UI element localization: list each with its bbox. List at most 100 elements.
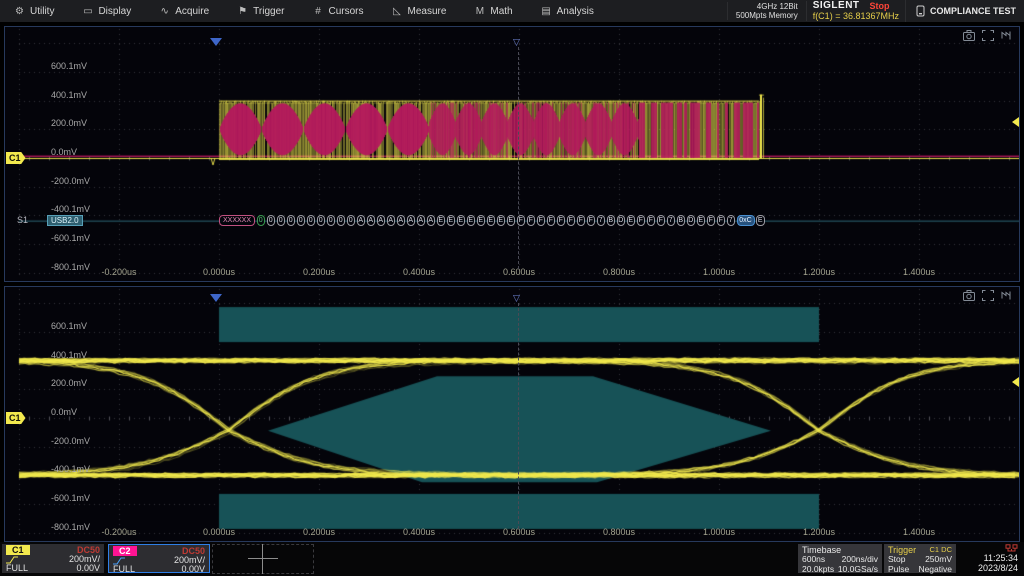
bandwidth-label: 4GHz 12Bit	[736, 2, 798, 11]
popout-icon[interactable]	[1001, 30, 1013, 41]
decode-token: A	[417, 215, 426, 226]
timebase-box[interactable]: Timebase 600ns200ns/div 20.0kpts10.0GSa/…	[798, 544, 882, 573]
channel-box-c1[interactable]: C1DC50 200mV/ FULL0.00V	[2, 544, 104, 573]
decode-token: 0	[257, 215, 266, 226]
menu-item-math[interactable]: MMath	[460, 0, 526, 22]
measure-icon: ◺	[391, 6, 402, 17]
eye-canvas[interactable]	[5, 287, 1019, 541]
decode-token: A	[427, 215, 436, 226]
system-info-cluster: 4GHz 12Bit 500Mpts Memory SIGLENT Stop f…	[727, 0, 1024, 22]
decode-token: E	[487, 215, 496, 226]
decode-token: F	[527, 215, 536, 226]
decode-token: 7	[727, 215, 736, 226]
menu-item-analysis[interactable]: ▤Analysis	[527, 0, 608, 22]
menu-item-label: Trigger	[253, 6, 284, 17]
menu-item-trigger[interactable]: ⚑Trigger	[223, 0, 298, 22]
add-channel-button[interactable]	[212, 544, 314, 574]
decode-token: A	[407, 215, 416, 226]
decode-token: F	[717, 215, 726, 226]
menu-bar: ⚙Utility ▭Display ∿ Acquire ⚑Trigger #Cur…	[0, 0, 1024, 23]
fullscreen-icon[interactable]	[982, 30, 994, 41]
decode-token: A	[387, 215, 396, 226]
horizontal-reference-marker[interactable]: ▽	[513, 38, 520, 47]
decode-token: A	[357, 215, 366, 226]
decode-token: 0	[277, 215, 286, 226]
offset-value: 0.00V	[76, 564, 100, 573]
decode-token: F	[707, 215, 716, 226]
trigger-slope: Negative	[918, 565, 952, 575]
trigger-level-marker[interactable]	[1012, 377, 1019, 387]
brand-logo: SIGLENT	[813, 1, 860, 11]
menu-item-label: Measure	[407, 6, 446, 17]
decode-token: F	[547, 215, 556, 226]
decode-token: E	[467, 215, 476, 226]
decode-token: 0	[327, 215, 336, 226]
analysis-icon: ▤	[541, 6, 552, 17]
decode-token: F	[647, 215, 656, 226]
decode-bus-label: S1	[17, 215, 28, 225]
decode-token: D	[617, 215, 626, 226]
decode-token: E	[457, 215, 466, 226]
trigger-level-marker[interactable]	[1012, 117, 1019, 127]
memory-label: 500Mpts Memory	[736, 11, 798, 20]
decode-token: 0	[337, 215, 346, 226]
fullscreen-icon[interactable]	[982, 290, 994, 301]
cursors-icon: #	[312, 6, 323, 17]
menu-item-cursors[interactable]: #Cursors	[298, 0, 377, 22]
decode-token: F	[567, 215, 576, 226]
decode-token: E	[477, 215, 486, 226]
camera-icon[interactable]	[963, 30, 975, 41]
clock-date: 2023/8/24	[958, 563, 1018, 573]
compliance-test-label: COMPLIANCE TEST	[930, 6, 1016, 16]
decode-token: E	[437, 215, 446, 226]
waveform-canvas[interactable]	[5, 27, 1019, 281]
clock-time: 11:25:34	[958, 553, 1018, 563]
camera-icon[interactable]	[963, 290, 975, 301]
offset-value: 0.00V	[181, 565, 205, 574]
decode-token: 0	[297, 215, 306, 226]
lan-icon[interactable]	[1005, 544, 1018, 553]
center-reference-line	[518, 47, 519, 269]
decode-token: A	[367, 215, 376, 226]
graticule-toolbar	[963, 30, 1013, 41]
acquisition-memory-info: 4GHz 12Bit 500Mpts Memory	[727, 2, 806, 20]
acquisition-status: Stop	[870, 1, 890, 11]
decode-token: 0	[287, 215, 296, 226]
decode-token: 0	[347, 215, 356, 226]
compliance-test-button[interactable]: COMPLIANCE TEST	[905, 0, 1024, 22]
trigger-box[interactable]: TriggerC1 DC Stop250mV PulseNegative	[884, 544, 956, 573]
decode-token: E	[447, 215, 456, 226]
acquisition-graticule[interactable]: 600.1mV400.1mV200.0mV0.0mV-200.0mV-400.1…	[4, 26, 1020, 282]
acquire-icon: ∿	[159, 6, 170, 17]
menu-item-label: Display	[98, 6, 131, 17]
menu-item-label: Math	[490, 6, 512, 17]
timebase-rate: 10.0GSa/s	[838, 565, 878, 575]
decode-token: B	[677, 215, 686, 226]
trigger-type: Pulse	[888, 565, 909, 575]
frequency-measurement: f(C1) = 36.81367MHz	[813, 11, 899, 21]
decode-token: B	[607, 215, 616, 226]
menu-item-acquire[interactable]: ∿ Acquire	[145, 0, 223, 22]
decode-token: F	[587, 215, 596, 226]
menu-item-label: Acquire	[175, 6, 209, 17]
decode-token: E	[756, 215, 765, 226]
menu-item-measure[interactable]: ◺ Measure	[377, 0, 460, 22]
decode-token: F	[657, 215, 666, 226]
compliance-test-icon	[916, 5, 925, 17]
decode-bus-badge[interactable]: USB2.0	[47, 215, 83, 226]
bandwidth-value: FULL	[6, 564, 28, 573]
horizontal-reference-marker[interactable]: ▽	[513, 294, 520, 303]
menu-item-utility[interactable]: ⚙Utility	[0, 0, 68, 22]
plus-icon	[248, 544, 278, 574]
eye-diagram-graticule[interactable]: 600.1mV400.1mV200.0mV0.0mV-200.0mV-400.1…	[4, 286, 1020, 542]
menu-item-display[interactable]: ▭Display	[68, 0, 145, 22]
decode-token: A	[377, 215, 386, 226]
timebase-points: 20.0kpts	[802, 565, 834, 575]
trigger-position-marker[interactable]	[210, 38, 222, 46]
trigger-position-marker[interactable]	[210, 294, 222, 302]
popout-icon[interactable]	[1001, 290, 1013, 301]
decode-token: 0xC	[737, 215, 755, 226]
decode-token: 0	[307, 215, 316, 226]
channel-box-c2[interactable]: C2DC50 200mV/ FULL0.00V	[108, 544, 210, 573]
menu-item-label: Utility	[30, 6, 54, 17]
